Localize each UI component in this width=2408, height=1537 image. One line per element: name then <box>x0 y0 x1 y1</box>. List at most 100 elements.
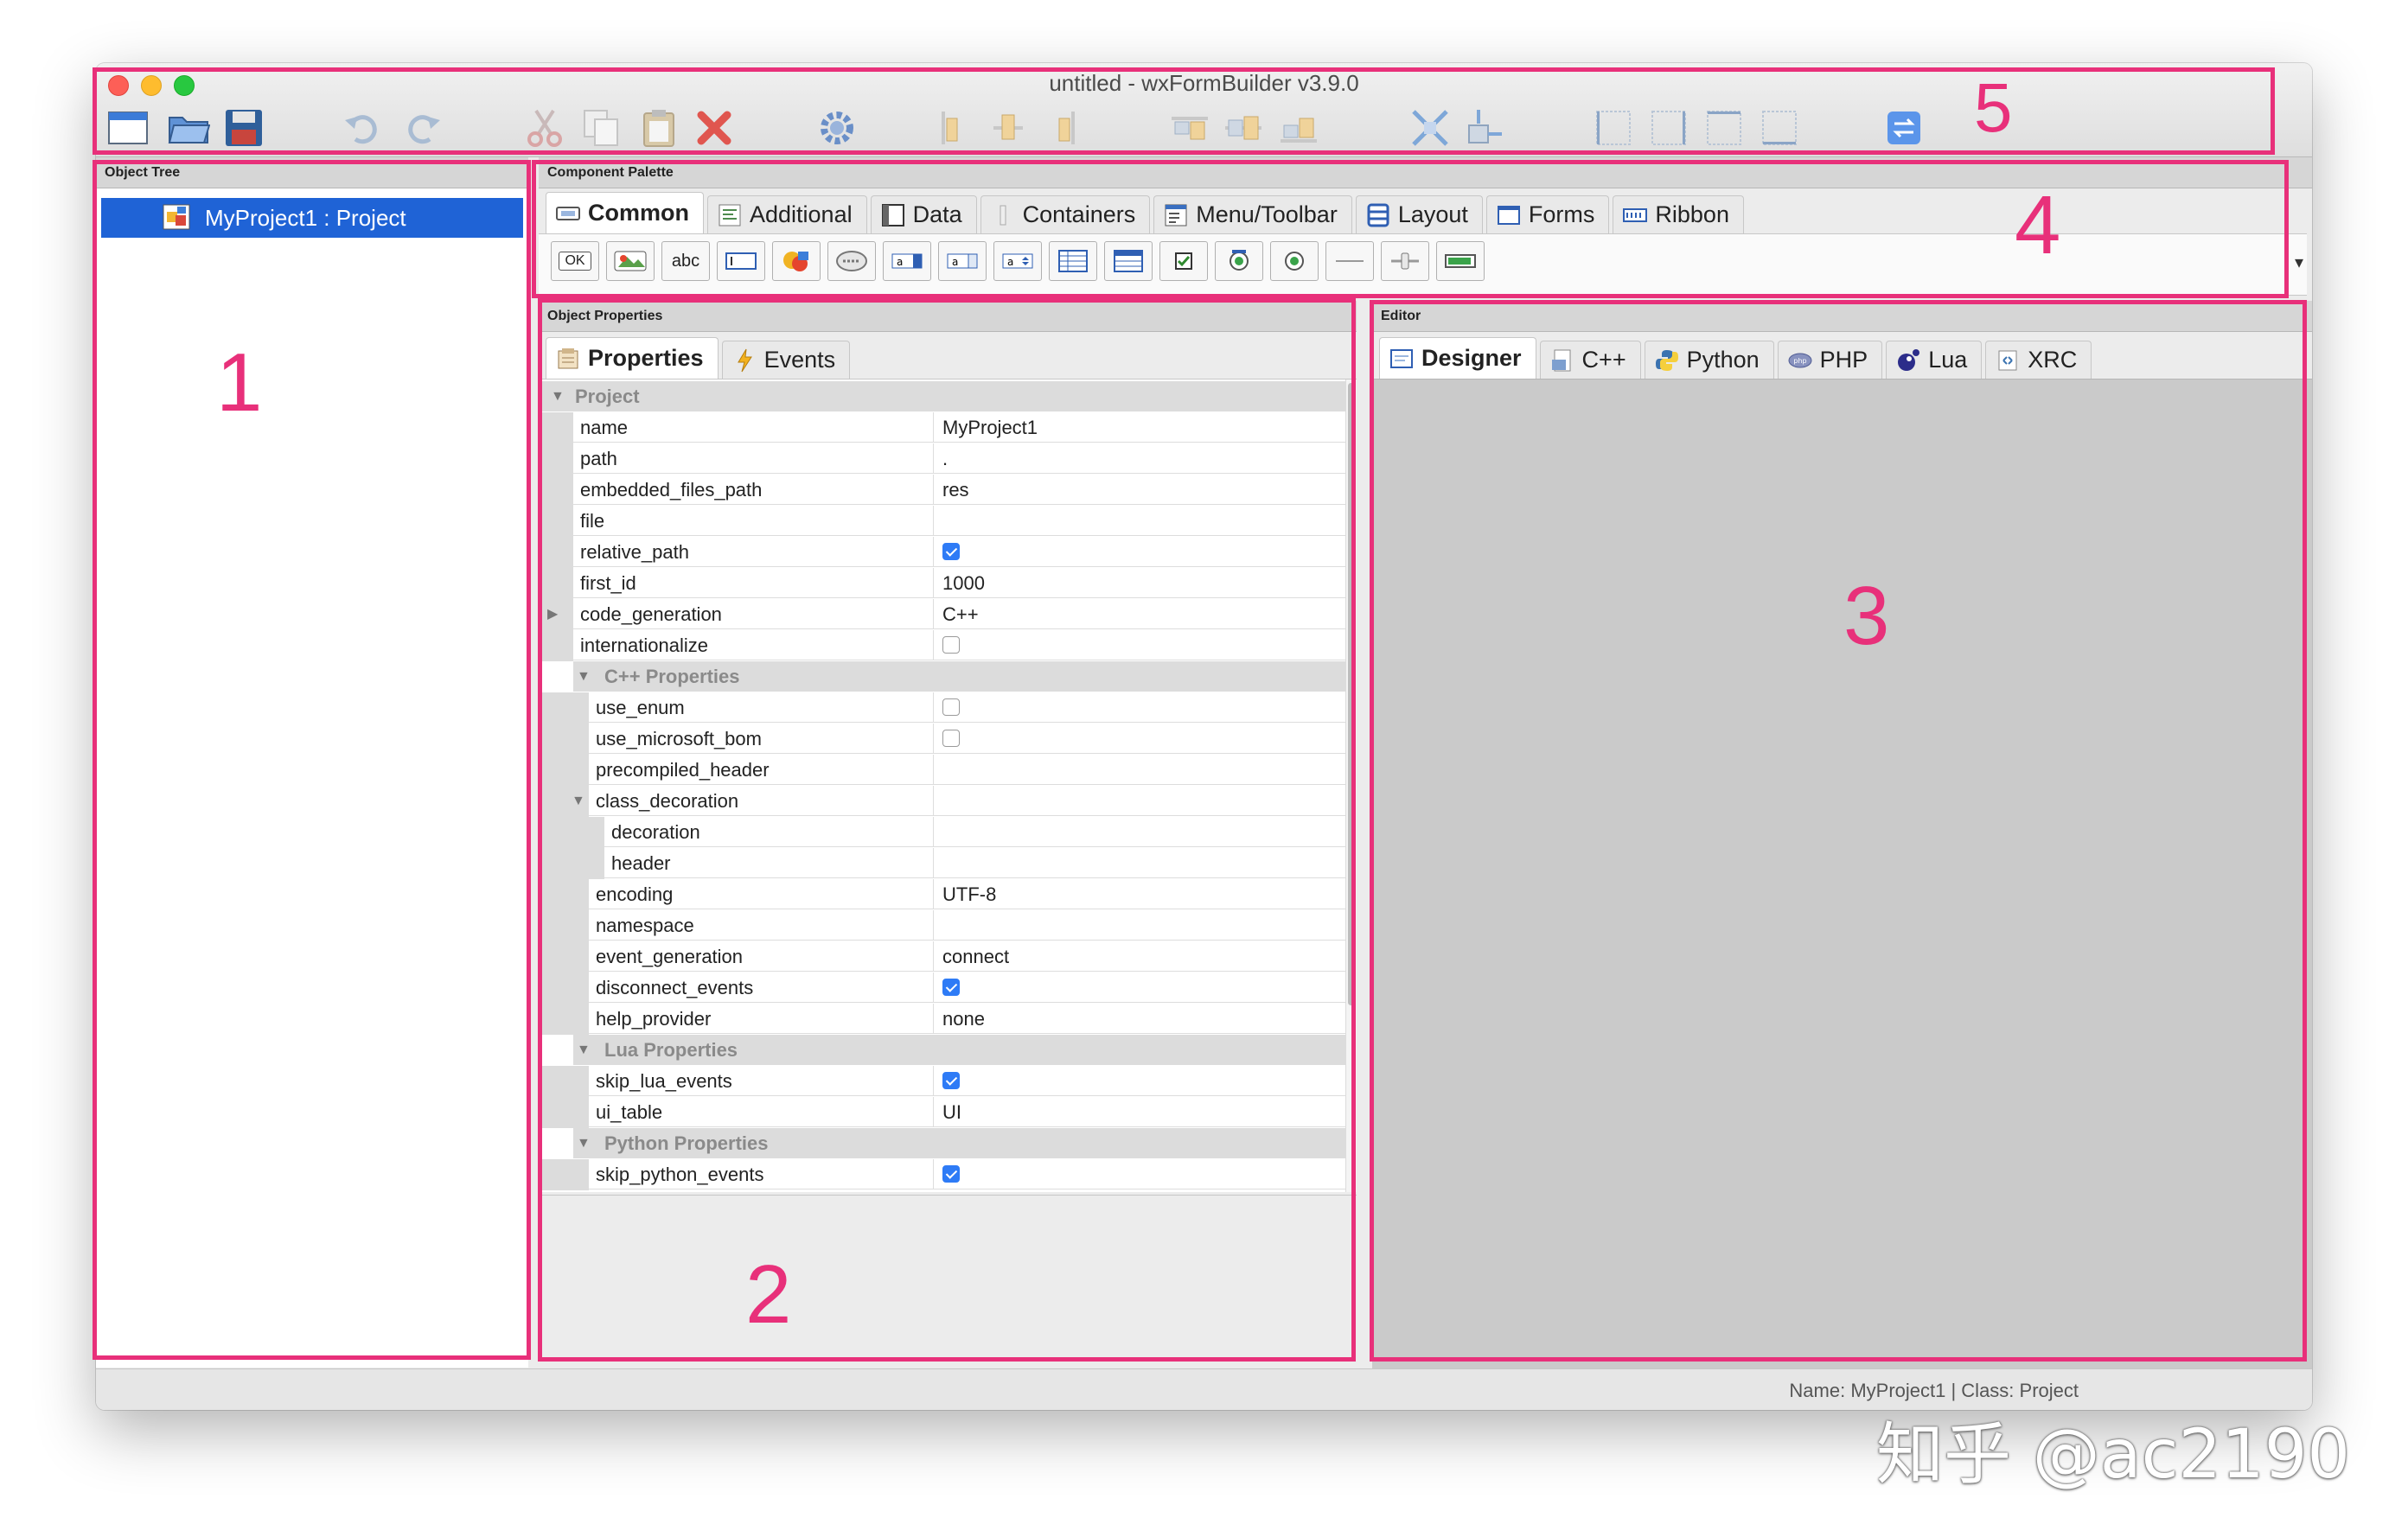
expand-triangle-icon[interactable]: ▼ <box>577 661 591 692</box>
property-row[interactable]: decoration <box>539 817 1346 848</box>
paste-button[interactable] <box>637 106 680 150</box>
border-right-button[interactable] <box>1647 106 1690 150</box>
property-value-checkbox[interactable] <box>933 1159 1346 1189</box>
checked-checkbox[interactable] <box>942 1165 960 1183</box>
align-middle-button[interactable] <box>1222 106 1265 150</box>
cut-button[interactable] <box>523 106 566 150</box>
slider-tool[interactable] <box>1381 241 1429 281</box>
palette-tab-layout[interactable]: Layout <box>1355 195 1483 233</box>
property-value[interactable] <box>933 848 1346 878</box>
property-value[interactable] <box>933 786 1346 816</box>
checked-checkbox[interactable] <box>942 1072 960 1090</box>
property-value-checkbox[interactable] <box>933 1066 1346 1096</box>
text-ctrl-tool[interactable] <box>717 241 765 281</box>
palette-tab-ribbon[interactable]: Ribbon <box>1613 195 1744 233</box>
property-value[interactable]: UTF-8 <box>933 879 1346 909</box>
undo-button[interactable] <box>342 106 385 150</box>
property-row[interactable]: disconnect_events <box>539 973 1346 1004</box>
radio-box-tool[interactable] <box>1215 241 1263 281</box>
scrollbar-thumb[interactable] <box>1348 383 1354 1005</box>
expanded-triangle-icon[interactable]: ▼ <box>572 786 585 816</box>
static-text-tool[interactable]: abc <box>661 241 710 281</box>
property-row[interactable]: embedded_files_path res <box>539 475 1346 506</box>
property-value[interactable]: MyProject1 <box>933 412 1346 443</box>
palette-tab-additional[interactable]: Additional <box>707 195 867 233</box>
checked-checkbox[interactable] <box>942 543 960 561</box>
unchecked-checkbox[interactable] <box>942 698 960 717</box>
property-value-checkbox[interactable] <box>933 973 1346 1003</box>
editor-tab-php[interactable]: php PHP <box>1777 341 1883 379</box>
delete-button[interactable] <box>693 106 736 150</box>
property-row[interactable]: skip_python_events <box>539 1159 1346 1190</box>
align-bottom-button[interactable] <box>1277 106 1320 150</box>
property-category-row[interactable]: ▼ C++ Properties <box>573 661 1346 692</box>
expand-button[interactable] <box>1408 106 1452 150</box>
property-category-row[interactable]: ▼ Python Properties <box>573 1128 1346 1158</box>
align-top-button[interactable] <box>1168 106 1211 150</box>
radio-button-tool[interactable] <box>1270 241 1319 281</box>
property-row[interactable]: name MyProject1 <box>539 412 1346 443</box>
property-value[interactable] <box>933 755 1346 785</box>
property-value-checkbox[interactable] <box>933 692 1346 723</box>
palette-tab-common[interactable]: Common <box>546 192 704 233</box>
property-row[interactable]: internationalize <box>539 630 1346 661</box>
property-row[interactable]: ui_table UI <box>539 1097 1346 1128</box>
property-category-row[interactable]: ▼ Lua Properties <box>573 1035 1346 1065</box>
expand-triangle-icon[interactable]: ▼ <box>577 1035 591 1065</box>
choice-tool[interactable]: a <box>883 241 931 281</box>
property-row[interactable]: help_provider none <box>539 1004 1346 1035</box>
unchecked-checkbox[interactable] <box>942 730 960 748</box>
align-center-button[interactable] <box>987 106 1030 150</box>
palette-tab-forms[interactable]: Forms <box>1485 195 1610 233</box>
property-row[interactable]: ▶ code_generation C++ <box>539 599 1346 630</box>
editor-tab-lua[interactable]: Lua <box>1886 341 1983 379</box>
collapsed-triangle-icon[interactable]: ▶ <box>547 599 558 629</box>
property-value[interactable] <box>933 910 1346 941</box>
copy-button[interactable] <box>580 106 623 150</box>
list-box-tool[interactable]: a <box>938 241 987 281</box>
property-value[interactable]: C++ <box>933 599 1346 629</box>
property-value[interactable]: UI <box>933 1097 1346 1127</box>
property-value-checkbox[interactable] <box>933 630 1346 660</box>
property-row[interactable]: event_generation connect <box>539 941 1346 973</box>
property-value[interactable] <box>933 506 1346 536</box>
bitmap-button-tool[interactable] <box>606 241 655 281</box>
unchecked-checkbox[interactable] <box>942 636 960 654</box>
checkbox-tool[interactable] <box>1159 241 1208 281</box>
button-tool[interactable]: OK <box>551 241 599 281</box>
property-value[interactable]: none <box>933 1004 1346 1034</box>
property-row[interactable]: encoding UTF-8 <box>539 879 1346 910</box>
properties-tab-events[interactable]: Events <box>721 341 851 379</box>
property-value[interactable]: res <box>933 475 1346 505</box>
new-project-button[interactable] <box>106 106 150 150</box>
property-row[interactable]: use_microsoft_bom <box>539 724 1346 755</box>
property-row[interactable]: file <box>539 506 1346 537</box>
editor-tab-designer[interactable]: Designer <box>1379 337 1536 379</box>
gauge-tool[interactable] <box>1436 241 1485 281</box>
palette-tab-menu-toolbar[interactable]: Menu/Toolbar <box>1153 195 1352 233</box>
overflow-arrow-icon[interactable]: ▾ <box>2295 252 2303 273</box>
checked-checkbox[interactable] <box>942 979 960 997</box>
designer-canvas[interactable] <box>1372 379 2312 1368</box>
list-ctrl-tool[interactable] <box>1049 241 1097 281</box>
property-row[interactable]: precompiled_header <box>539 755 1346 786</box>
property-row[interactable]: skip_lua_events <box>539 1066 1346 1097</box>
border-bottom-button[interactable] <box>1758 106 1801 150</box>
palette-tab-data[interactable]: Data <box>870 195 977 233</box>
border-left-button[interactable] <box>1592 106 1635 150</box>
property-value-checkbox[interactable] <box>933 537 1346 567</box>
grid-tool[interactable] <box>1104 241 1153 281</box>
tree-root-item[interactable]: MyProject1 : Project <box>101 198 523 238</box>
editor-tab-python[interactable]: Python <box>1644 341 1774 379</box>
property-value[interactable]: 1000 <box>933 568 1346 598</box>
redo-button[interactable] <box>400 106 444 150</box>
property-value[interactable] <box>933 817 1346 847</box>
combo-box-tool[interactable] <box>827 241 876 281</box>
spin-ctrl-tool[interactable]: a <box>993 241 1042 281</box>
stretch-button[interactable] <box>1462 106 1505 150</box>
properties-tab-properties[interactable]: Properties <box>546 337 719 379</box>
align-left-button[interactable] <box>935 106 978 150</box>
static-bitmap-tool[interactable] <box>772 241 821 281</box>
expand-triangle-icon[interactable]: ▼ <box>551 381 565 411</box>
property-row[interactable]: path. <box>539 443 1346 475</box>
